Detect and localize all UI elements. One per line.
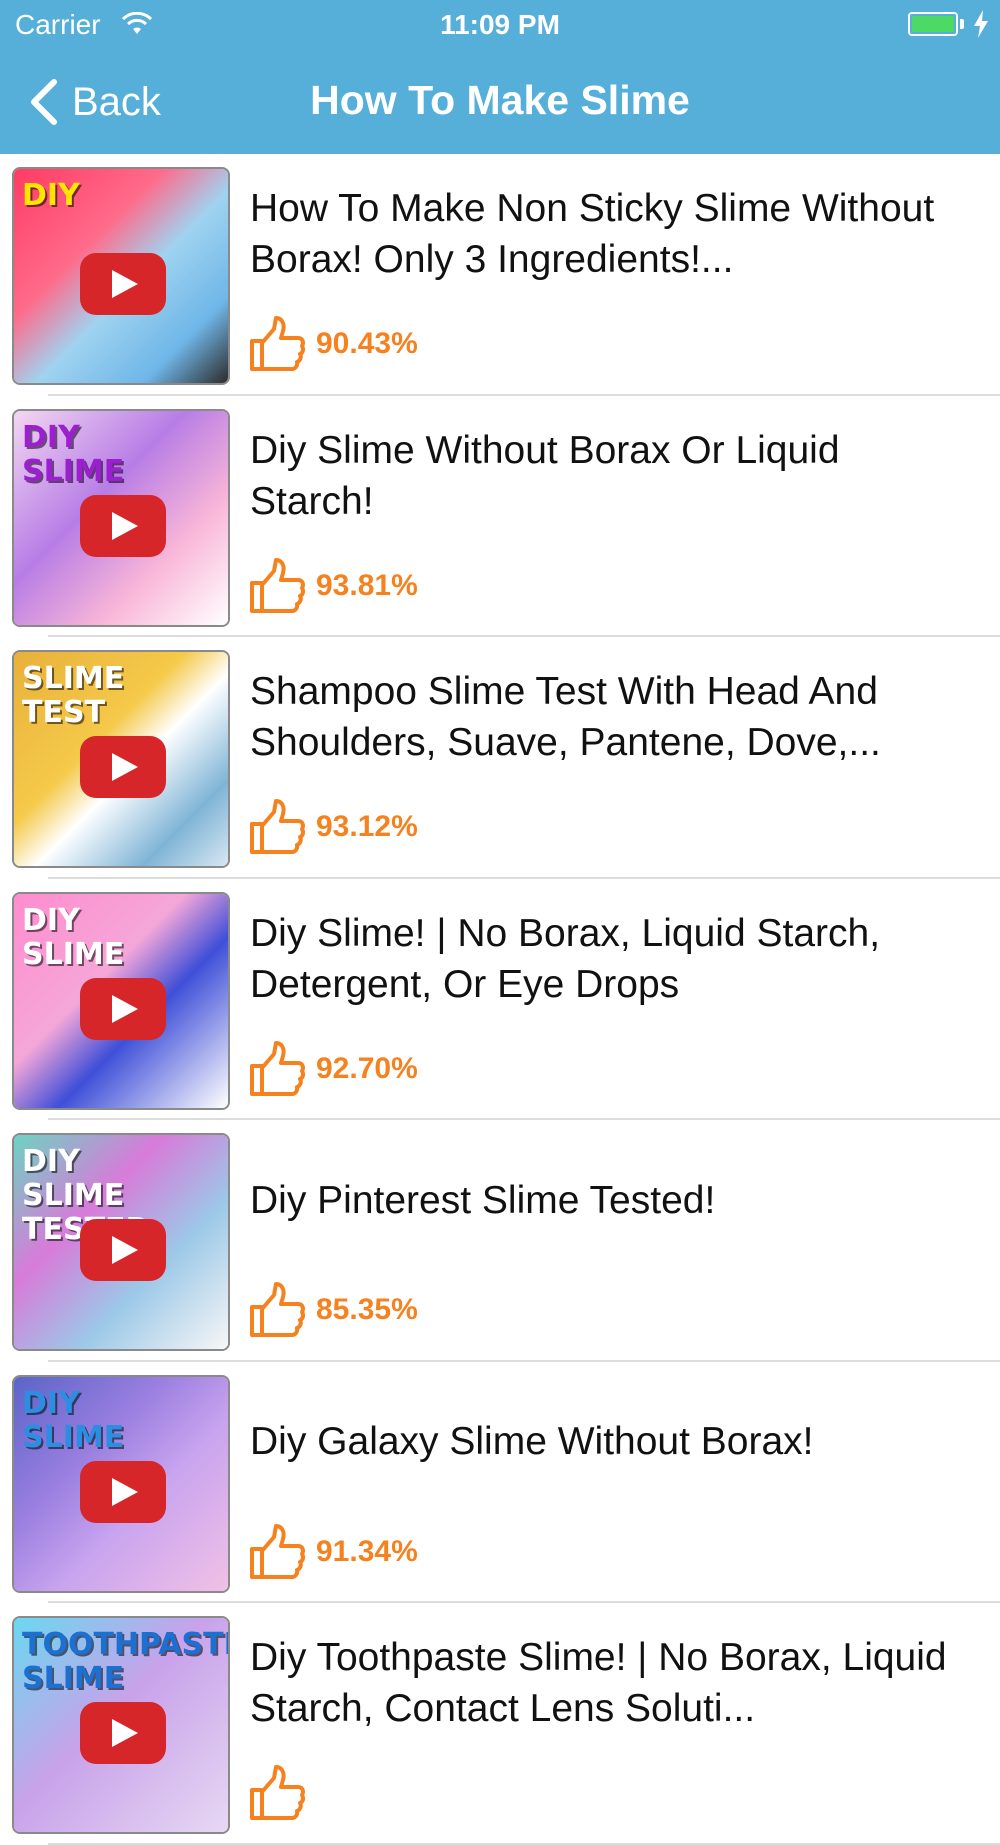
video-title: Diy Pinterest Slime Tested! — [250, 1178, 716, 1222]
video-title-container: Diy Toothpaste Slime! | No Borax, Liquid… — [250, 1627, 970, 1739]
play-button[interactable] — [80, 253, 166, 315]
list-item[interactable]: DIY SLIME TESTED Diy Pinterest Slime Test… — [0, 1120, 1000, 1362]
video-rating: 93.12% — [248, 797, 418, 857]
play-icon — [112, 1236, 138, 1264]
video-thumbnail: DIY SLIME — [12, 1374, 230, 1593]
list-item[interactable]: DIY SLIME Diy Slime! | No Borax, Liquid S… — [0, 879, 1000, 1120]
thumbnail-text: DIY — [22, 178, 80, 213]
play-button[interactable] — [80, 977, 166, 1040]
thumbnail-text: DIY SLIME — [22, 1385, 125, 1455]
rating-value: 90.43% — [316, 327, 418, 360]
list-item[interactable]: SLIME TEST Shampoo Slime Test With Head A… — [0, 637, 1000, 879]
app-header: Carrier 11:09 PM Back How To Make Slime — [0, 0, 1000, 154]
battery-icon — [908, 12, 958, 36]
rating-value: 92.70% — [316, 1051, 418, 1085]
rating-value: 91.34% — [316, 1534, 418, 1568]
play-icon — [112, 1477, 138, 1506]
thumbs-up-icon — [250, 316, 306, 371]
video-title-container: Shampoo Slime Test With Head And Shoulde… — [250, 661, 970, 773]
video-title: Diy Galaxy Slime Without Borax! — [250, 1420, 814, 1463]
play-icon — [112, 753, 138, 781]
battery-cap — [960, 19, 964, 29]
video-thumbnail: DIY SLIME TESTED — [12, 1133, 230, 1351]
play-icon — [112, 994, 138, 1023]
list-item[interactable]: TOOTHPASTE SLIME Diy Toothpaste Slime! | … — [0, 1603, 1000, 1845]
navigation-bar: Back How To Make Slime — [0, 50, 1000, 154]
rating-value: 85.35% — [316, 1293, 418, 1326]
video-rating: 92.70% — [248, 1039, 418, 1099]
play-button[interactable] — [80, 494, 166, 557]
status-time: 11:09 PM — [440, 9, 560, 40]
video-title: Diy Slime Without Borax Or Liquid Starch… — [250, 428, 840, 523]
thumbnail-text: TOOTHPASTE SLIME — [22, 1627, 230, 1696]
video-thumbnail: DIY SLIME — [12, 408, 230, 627]
list-item[interactable]: DIY SLIME Diy Galaxy Slime Without Borax!… — [0, 1362, 1000, 1603]
video-title: Diy Slime! | No Borax, Liquid Starch, De… — [250, 911, 881, 1006]
video-thumbnail: TOOTHPASTE SLIME — [12, 1616, 230, 1834]
thumbs-up-icon — [250, 1282, 306, 1337]
video-title: Shampoo Slime Test With Head And Shoulde… — [250, 670, 881, 764]
video-thumbnail: SLIME TEST — [12, 650, 230, 868]
video-title-container: Diy Slime! | No Borax, Liquid Starch, De… — [250, 903, 970, 1015]
video-title-container: Diy Galaxy Slime Without Borax! — [250, 1386, 970, 1498]
thumbs-up-icon — [250, 1523, 306, 1579]
thumbnail-text: DIY SLIME — [22, 419, 125, 489]
charging-bolt-icon — [974, 10, 988, 38]
video-rating: 93.81% — [248, 556, 418, 616]
play-button[interactable] — [80, 1219, 166, 1281]
play-button[interactable] — [80, 736, 166, 798]
play-icon — [112, 1719, 138, 1747]
status-bar: Carrier 11:09 PM — [0, 0, 1000, 50]
video-title-container: Diy Pinterest Slime Tested! — [250, 1144, 970, 1256]
thumbs-up-icon — [250, 557, 306, 613]
page-title: How To Make Slime — [310, 77, 690, 123]
thumbs-up-icon — [250, 1040, 306, 1096]
play-icon — [112, 511, 138, 540]
thumbnail-text: SLIME TEST — [22, 661, 125, 730]
video-rating: 85.35% — [248, 1280, 418, 1340]
video-rating: 90.43% — [248, 314, 418, 374]
row-divider — [48, 1842, 1000, 1845]
video-title-container: How To Make Non Sticky Slime Without Bor… — [250, 178, 970, 290]
video-list: DIY How To Make Non Sticky Slime Without … — [0, 154, 1000, 1845]
video-rating: 91.34% — [248, 1522, 418, 1582]
list-item[interactable]: DIY How To Make Non Sticky Slime Without … — [0, 154, 1000, 396]
rating-value: 93.12% — [316, 810, 418, 843]
video-rating — [248, 1763, 316, 1823]
thumbnail-text: DIY SLIME — [22, 902, 125, 972]
battery-level — [912, 16, 954, 32]
thumbs-up-icon — [250, 799, 306, 854]
list-item[interactable]: DIY SLIME Diy Slime Without Borax Or Liqu… — [0, 396, 1000, 637]
video-title: How To Make Non Sticky Slime Without Bor… — [250, 187, 935, 281]
play-button[interactable] — [80, 1460, 166, 1523]
play-button[interactable] — [80, 1702, 166, 1764]
video-title-container: Diy Slime Without Borax Or Liquid Starch… — [250, 420, 970, 532]
play-icon — [112, 270, 138, 298]
rating-value: 93.81% — [316, 568, 418, 602]
video-thumbnail: DIY — [12, 167, 230, 385]
thumbs-up-icon — [250, 1765, 306, 1820]
video-title: Diy Toothpaste Slime! | No Borax, Liquid… — [250, 1636, 947, 1730]
video-thumbnail: DIY SLIME — [12, 891, 230, 1110]
